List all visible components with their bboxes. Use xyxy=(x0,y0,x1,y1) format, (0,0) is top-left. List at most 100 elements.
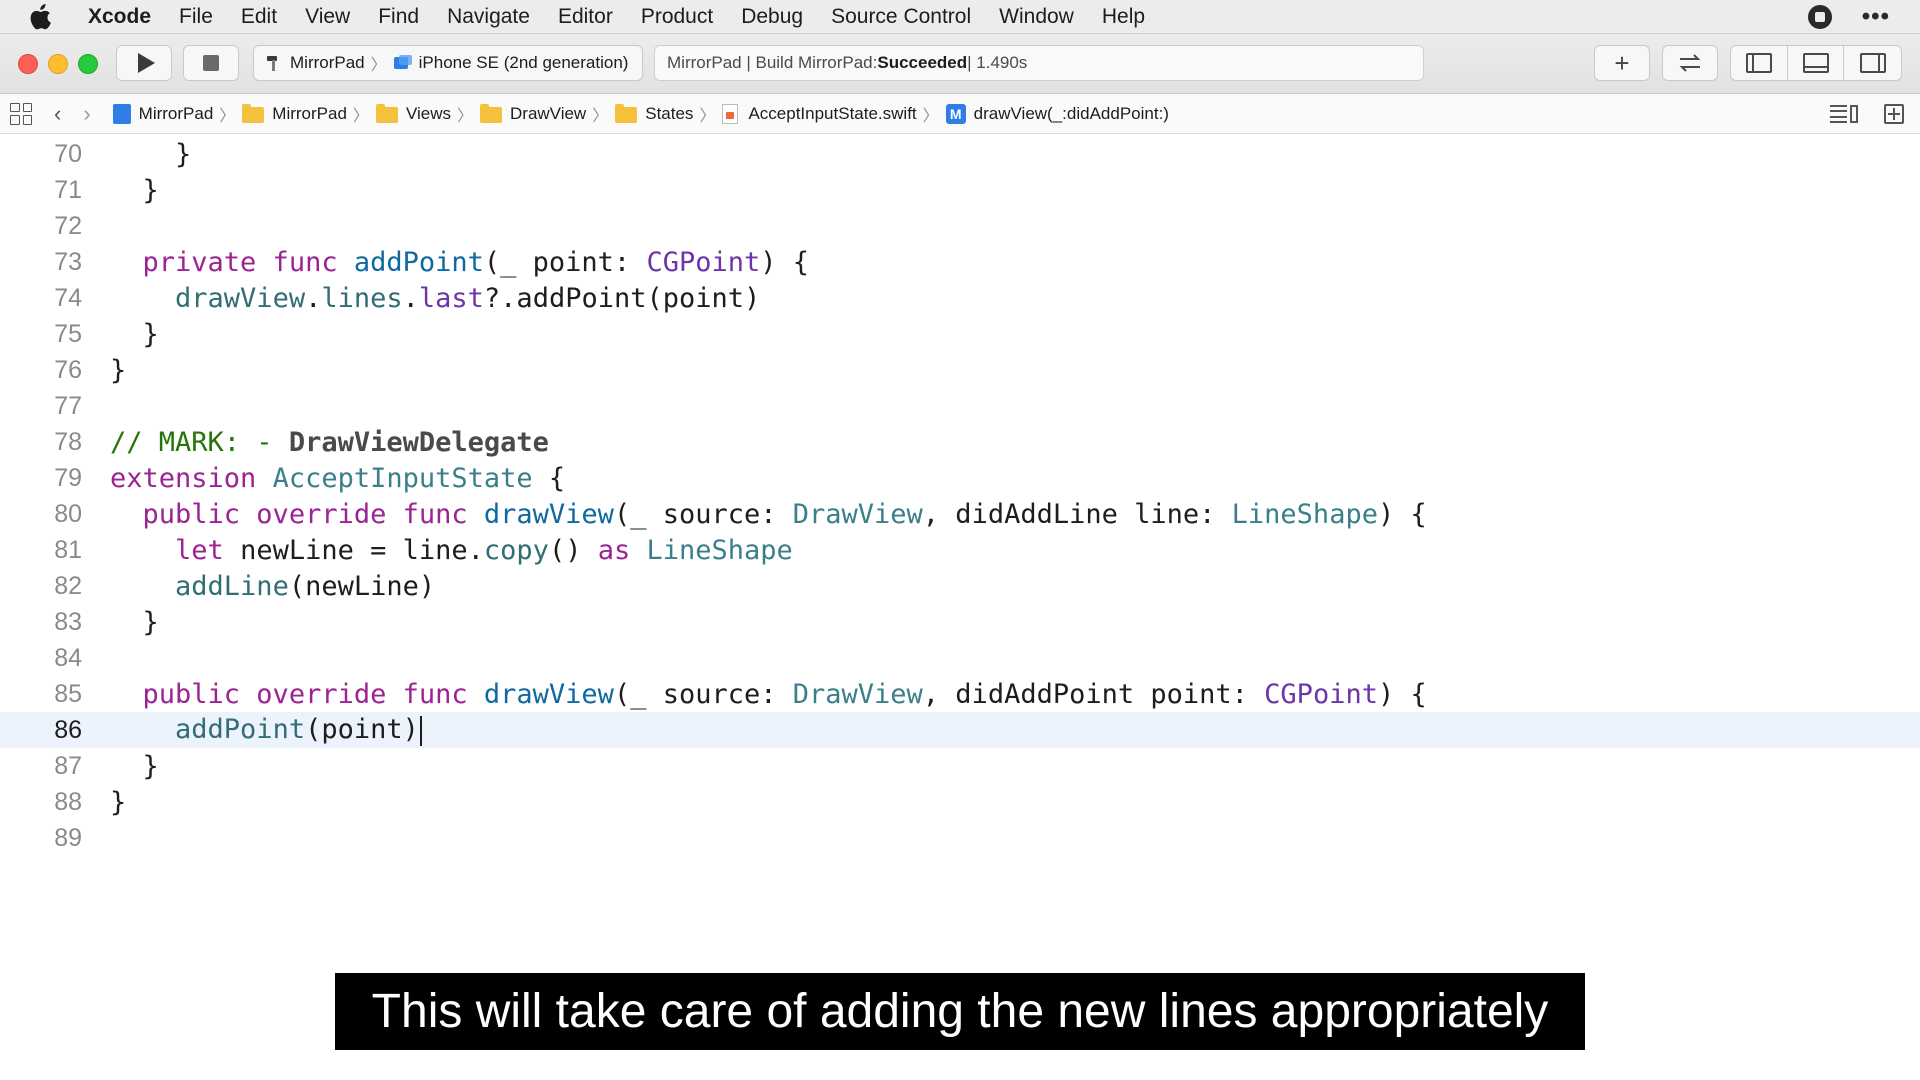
left-panel-icon xyxy=(1745,53,1772,73)
menu-source-control[interactable]: Source Control xyxy=(831,5,971,29)
menu-edit[interactable]: Edit xyxy=(241,5,277,29)
line-number: 89 xyxy=(54,823,82,852)
line-number: 84 xyxy=(54,643,82,672)
code-line[interactable]: 89 xyxy=(0,820,1920,856)
record-icon[interactable] xyxy=(1807,5,1832,29)
code-text: drawView.lines.last?.addPoint(point) xyxy=(175,282,761,314)
method-icon: M xyxy=(945,103,966,124)
code-line[interactable]: 70 } xyxy=(0,136,1920,172)
forward-chevron-icon[interactable]: › xyxy=(83,102,90,125)
code-text: addLine(newLine) xyxy=(175,570,436,602)
scheme-selector[interactable]: MirrorPad 〉 iPhone SE (2nd generation) xyxy=(253,45,643,81)
code-text: public override func drawView(_ source: … xyxy=(142,498,1427,530)
code-line[interactable]: 83 } xyxy=(0,604,1920,640)
apple-logo-icon[interactable] xyxy=(30,3,52,30)
add-editor-icon[interactable] xyxy=(1884,104,1904,124)
scheme-name[interactable]: MirrorPad xyxy=(290,53,365,73)
breadcrumb-group-mirrorpad[interactable]: MirrorPad 〉 xyxy=(242,102,376,126)
code-text: } xyxy=(110,138,192,170)
code-line[interactable]: 82 addLine(newLine) xyxy=(0,568,1920,604)
source-editor[interactable]: 70 } 71 } 72 73 private func addPoint(_ … xyxy=(0,134,1920,1080)
code-review-button[interactable] xyxy=(1662,45,1718,81)
breadcrumb-label: drawView(_:didAddPoint:) xyxy=(973,103,1169,123)
breadcrumb-file[interactable]: AcceptInputState.swift 〉 xyxy=(722,102,945,126)
code-line[interactable]: 80 public override func drawView(_ sourc… xyxy=(0,496,1920,532)
text-cursor xyxy=(419,715,422,746)
code-text: extension AcceptInputState { xyxy=(110,462,566,494)
breadcrumb-symbol[interactable]: M drawView(_:didAddPoint:) xyxy=(945,103,1169,124)
code-line[interactable]: 78 // MARK: - DrawViewDelegate xyxy=(0,424,1920,460)
run-button[interactable] xyxy=(116,45,172,81)
code-line[interactable]: 79 extension AcceptInputState { xyxy=(0,460,1920,496)
code-text: } xyxy=(110,750,159,782)
line-number: 80 xyxy=(54,499,82,528)
menu-file[interactable]: File xyxy=(179,5,213,29)
breadcrumb-label: DrawView xyxy=(510,103,587,123)
code-line[interactable]: 81 let newLine = line.copy() as LineShap… xyxy=(0,532,1920,568)
line-number: 78 xyxy=(54,427,82,456)
close-window-button[interactable] xyxy=(18,54,38,74)
folder-icon xyxy=(375,103,398,123)
related-items-grid-icon[interactable] xyxy=(10,102,32,125)
device-name[interactable]: iPhone SE (2nd generation) xyxy=(419,53,629,73)
code-line[interactable]: 77 xyxy=(0,388,1920,424)
video-caption: This will take care of adding the new li… xyxy=(335,973,1585,1050)
line-number: 88 xyxy=(54,787,82,816)
code-line[interactable]: 73 private func addPoint(_ point: CGPoin… xyxy=(0,244,1920,280)
toggle-inspector-button[interactable] xyxy=(1844,46,1901,80)
code-line[interactable]: 87 } xyxy=(0,748,1920,784)
menu-navigate[interactable]: Navigate xyxy=(447,5,530,29)
back-chevron-icon[interactable]: ‹ xyxy=(54,102,61,125)
code-line[interactable]: 75 } xyxy=(0,316,1920,352)
stop-icon xyxy=(203,55,219,71)
library-button[interactable]: + xyxy=(1594,45,1650,81)
right-panel-icon xyxy=(1859,53,1886,73)
line-number: 72 xyxy=(54,211,82,240)
breadcrumb-label: AcceptInputState.swift xyxy=(748,103,917,123)
breadcrumb-group-drawview[interactable]: DrawView 〉 xyxy=(480,102,615,126)
menu-product[interactable]: Product xyxy=(641,5,713,29)
code-line[interactable]: 74 drawView.lines.last?.addPoint(point) xyxy=(0,280,1920,316)
breadcrumb-chevron-icon: 〉 xyxy=(352,107,369,125)
menu-find[interactable]: Find xyxy=(378,5,419,29)
toggle-navigator-button[interactable] xyxy=(1731,46,1788,80)
scheme-separator-chevron-icon: 〉 xyxy=(370,57,387,74)
breadcrumb-group-states[interactable]: States 〉 xyxy=(615,102,722,126)
jump-bar: ‹ › MirrorPad 〉 MirrorPad 〉 Views 〉 Draw… xyxy=(0,94,1920,134)
build-status: Succeeded xyxy=(877,53,968,72)
breadcrumb-group-views[interactable]: Views 〉 xyxy=(375,102,480,126)
code-line[interactable]: 72 xyxy=(0,208,1920,244)
activity-prefix: MirrorPad | Build MirrorPad: xyxy=(667,53,878,72)
swift-file-icon xyxy=(722,103,739,124)
breadcrumb-chevron-icon: 〉 xyxy=(922,107,939,125)
menu-app-xcode[interactable]: Xcode xyxy=(88,5,151,29)
menu-editor[interactable]: Editor xyxy=(558,5,613,29)
zoom-window-button[interactable] xyxy=(78,54,98,74)
code-line[interactable]: 85 public override func drawView(_ sourc… xyxy=(0,676,1920,712)
code-line[interactable]: 71 } xyxy=(0,172,1920,208)
editor-options-icon[interactable] xyxy=(1830,105,1858,123)
menu-help[interactable]: Help xyxy=(1102,5,1145,29)
menu-window[interactable]: Window xyxy=(999,5,1074,29)
plus-icon: + xyxy=(1614,47,1630,78)
toggle-debug-area-button[interactable] xyxy=(1788,46,1845,80)
line-number: 71 xyxy=(54,175,82,204)
more-icon[interactable]: ••• xyxy=(1862,5,1890,29)
folder-icon xyxy=(242,103,265,123)
code-text: } xyxy=(110,786,127,818)
current-code-line[interactable]: 86 addPoint(point) xyxy=(0,712,1920,748)
line-number: 77 xyxy=(54,391,82,420)
code-line[interactable]: 76 } xyxy=(0,352,1920,388)
code-line[interactable]: 84 xyxy=(0,640,1920,676)
code-text: let newLine = line.copy() as LineShape xyxy=(175,534,793,566)
activity-view: MirrorPad | Build MirrorPad: Succeeded |… xyxy=(654,45,1424,81)
line-number: 85 xyxy=(54,679,82,708)
breadcrumb-project[interactable]: MirrorPad 〉 xyxy=(112,102,243,126)
menu-debug[interactable]: Debug xyxy=(741,5,803,29)
menu-view[interactable]: View xyxy=(305,5,350,29)
stop-button[interactable] xyxy=(183,45,239,81)
line-number: 79 xyxy=(54,463,82,492)
minimize-window-button[interactable] xyxy=(48,54,68,74)
code-text: addPoint(point) xyxy=(110,714,422,746)
code-line[interactable]: 88 } xyxy=(0,784,1920,820)
